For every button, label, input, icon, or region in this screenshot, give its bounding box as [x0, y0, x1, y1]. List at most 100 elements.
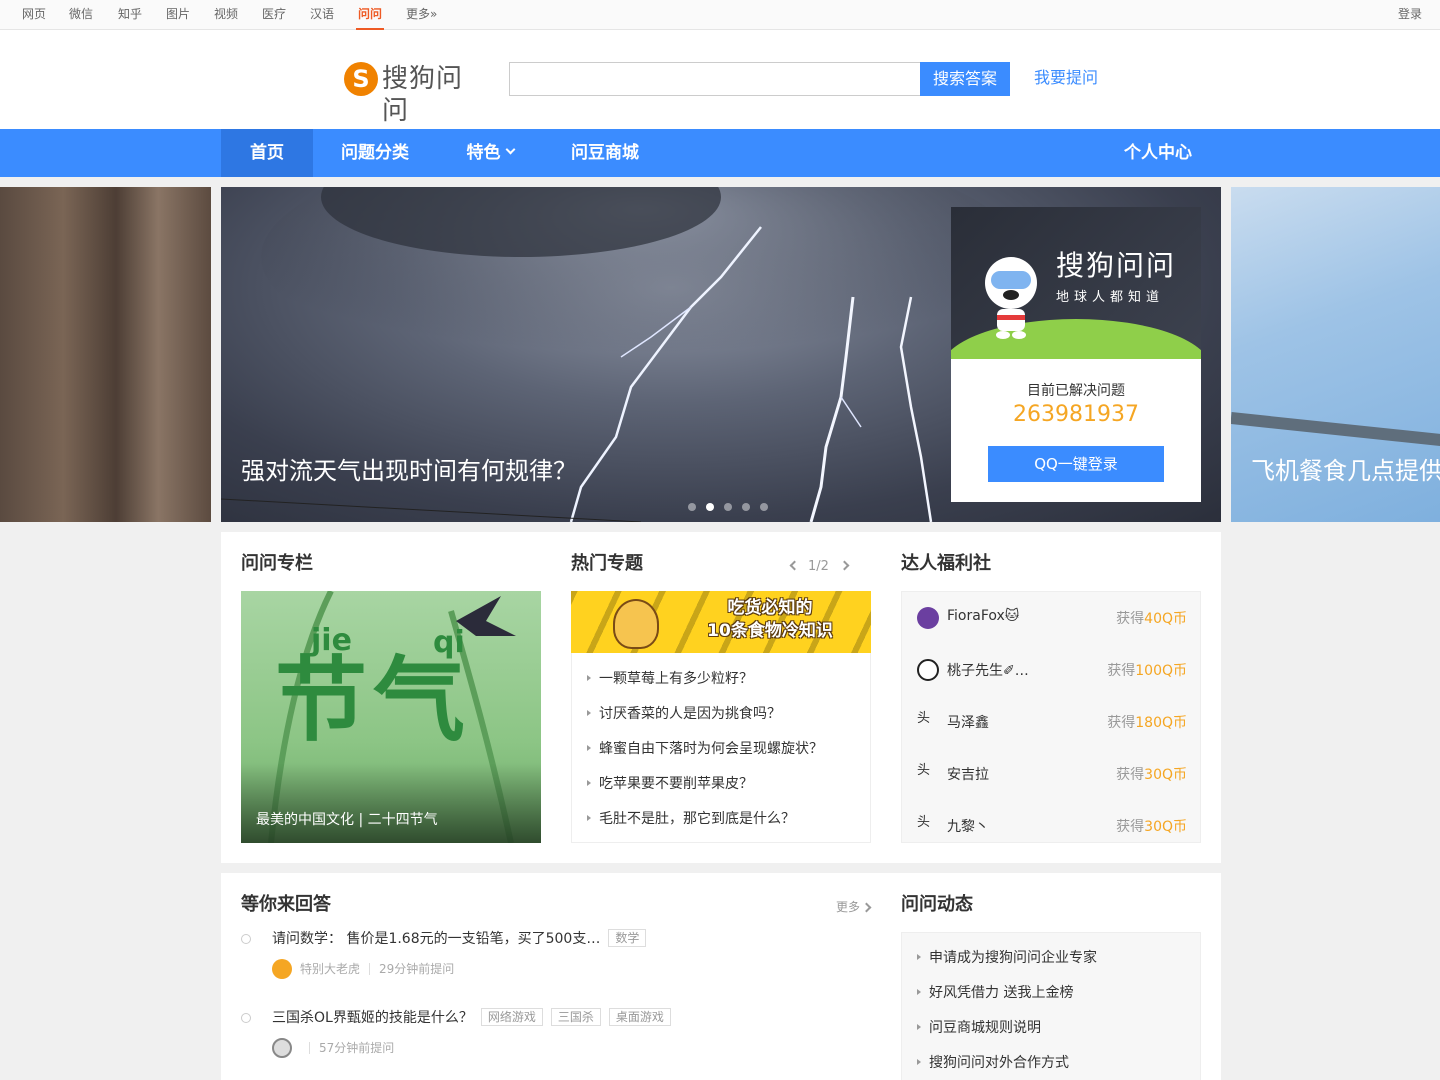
carousel-dots — [688, 499, 778, 511]
daren-row[interactable]: 头 安吉拉 获得30Q币 — [917, 759, 1187, 789]
daren-gain: 获得30Q币 — [1116, 764, 1187, 784]
solved-label: 目前已解决问题 — [1027, 383, 1125, 399]
search-input[interactable] — [509, 62, 921, 96]
more-link[interactable]: 更多 — [836, 898, 872, 915]
nav-personal-center[interactable]: 个人中心 — [1110, 129, 1206, 177]
divider — [309, 1042, 310, 1054]
list-item[interactable]: 毛肚不是肚，那它到底是什么？ — [587, 806, 823, 841]
header: S 搜狗问问 搜索答案 我要提问 — [0, 30, 1440, 129]
nav-mall[interactable]: 问豆商城 — [557, 129, 653, 177]
tab-hanyu[interactable]: 汉语 — [310, 0, 334, 30]
carousel-dot[interactable] — [688, 503, 696, 511]
question-link[interactable]: 请问数学： 售价是1.68元的一支铅笔，买了500支… — [272, 931, 600, 947]
list-item[interactable]: 好风凭借力 送我上金榜 — [917, 980, 1097, 1015]
hot-pager: 1/2 — [789, 559, 850, 575]
tab-more[interactable]: 更多» — [406, 0, 437, 30]
gain-prefix: 获得 — [1116, 767, 1145, 783]
gain-amount: 40Q币 — [1144, 611, 1187, 627]
question-tag[interactable]: 数学 — [608, 929, 647, 947]
daren-row[interactable]: 头 马泽鑫 获得180Q币 — [917, 707, 1187, 737]
list-item-label: 毛肚不是肚，那它到底是什么？ — [599, 811, 795, 827]
hot-topics-box: 吃货必知的 10条食物冷知识 一颗草莓上有多少粒籽？ 讨厌香菜的人是因为挑食吗？… — [571, 591, 871, 843]
gain-prefix: 获得 — [1116, 819, 1145, 835]
daren-title: 达人福利社 — [901, 553, 991, 574]
tab-wenwen[interactable]: 问问 — [355, 0, 385, 30]
mascot-icon — [985, 257, 1037, 339]
list-item[interactable]: 蜂蜜自由下落时为何会呈现螺旋状？ — [587, 736, 823, 771]
avatar: 头 — [917, 763, 931, 778]
list-item-label: 申请成为搜狗问问企业专家 — [929, 950, 1097, 966]
nav-home[interactable]: 首页 — [221, 129, 313, 177]
bullet-icon — [917, 954, 921, 960]
question-line: 请问数学： 售价是1.68元的一支铅笔，买了500支… 数学 — [272, 929, 647, 949]
daren-row[interactable]: 桃子先生✐… 获得100Q币 — [917, 655, 1187, 685]
carousel-dot-active[interactable] — [706, 503, 714, 511]
question-link[interactable]: 三国杀OL界甄姬的技能是什么？ — [272, 1010, 473, 1026]
tab-weixin[interactable]: 微信 — [69, 0, 93, 30]
qq-login-button[interactable]: QQ一键登录 — [988, 446, 1164, 482]
list-item[interactable]: 吃苹果要不要削苹果皮？ — [587, 771, 823, 806]
chevron-right-icon[interactable] — [839, 560, 850, 571]
tab-web[interactable]: 网页 — [22, 0, 46, 30]
content-panel-bottom: 等你来回答 更多 请问数学： 售价是1.68元的一支铅笔，买了500支… 数学 特… — [221, 873, 1221, 1080]
tab-zhihu[interactable]: 知乎 — [118, 0, 142, 30]
search-button[interactable]: 搜索答案 — [920, 62, 1010, 96]
banner-prev-slide[interactable] — [0, 187, 211, 522]
hot-banner-line-2: 10条食物冷知识 — [707, 621, 833, 641]
dynamics-list: 申请成为搜狗问问企业专家 好风凭借力 送我上金榜 问豆商城规则说明 搜狗问问对外… — [917, 945, 1097, 1080]
question-meta: 特别大老虎 29分钟前提问 — [272, 959, 454, 979]
tab-images[interactable]: 图片 — [166, 0, 190, 30]
dynamics-title: 问问动态 — [901, 894, 973, 915]
tab-video[interactable]: 视频 — [214, 0, 238, 30]
gain-amount: 180Q币 — [1135, 715, 1187, 731]
nav-categories[interactable]: 问题分类 — [327, 129, 423, 177]
daren-row[interactable]: FioraFox🐱 获得40Q币 — [917, 603, 1187, 633]
daren-gain: 获得180Q币 — [1107, 712, 1187, 732]
avatar[interactable] — [272, 1038, 292, 1058]
carousel-dot[interactable] — [742, 503, 750, 511]
avatar: 头 — [917, 711, 931, 726]
card-brand: 搜狗问问 — [1056, 249, 1177, 282]
question-time: 57分钟前提问 — [319, 1041, 395, 1055]
question-tag[interactable]: 网络游戏 — [480, 1008, 543, 1026]
column-feature-card[interactable]: jie qi 节气 最美的中国文化 | 二十四节气 — [241, 591, 541, 843]
avatar: 头 — [917, 815, 931, 830]
banner-next-slide[interactable]: 飞机餐食几点提供 — [1231, 187, 1440, 522]
gain-prefix: 获得 — [1107, 715, 1136, 731]
list-item[interactable]: 申请成为搜狗问问企业专家 — [917, 945, 1097, 980]
question-tag[interactable]: 三国杀 — [550, 1008, 601, 1026]
list-item[interactable]: 一颗草莓上有多少粒籽？ — [587, 666, 823, 701]
asker-name[interactable]: 特别大老虎 — [300, 962, 360, 976]
hot-topic-list: 一颗草莓上有多少粒籽？ 讨厌香菜的人是因为挑食吗？ 蜂蜜自由下落时为何会呈现螺旋… — [587, 666, 823, 841]
tab-medical[interactable]: 医疗 — [262, 0, 286, 30]
daren-name: 安吉拉 — [947, 767, 989, 783]
logo[interactable]: S 搜狗问问 — [344, 61, 484, 126]
solved-count: 263981937 — [1013, 402, 1139, 427]
list-item[interactable]: 搜狗问问对外合作方式 — [917, 1050, 1097, 1080]
daren-name: FioraFox🐱 — [947, 608, 1020, 624]
login-link[interactable]: 登录 — [1398, 0, 1422, 29]
list-item-label: 蜂蜜自由下落时为何会呈现螺旋状？ — [599, 741, 823, 757]
banner-caption[interactable]: 强对流天气出现时间有何规律？ — [241, 455, 577, 487]
carousel-dot[interactable] — [760, 503, 768, 511]
carousel-dot[interactable] — [724, 503, 732, 511]
list-item[interactable]: 问豆商城规则说明 — [917, 1015, 1097, 1050]
caption-shade — [241, 763, 541, 843]
dynamics-box: 申请成为搜狗问问企业专家 好风凭借力 送我上金榜 问豆商城规则说明 搜狗问问对外… — [901, 932, 1201, 1080]
sogou-logo-icon: S — [344, 62, 378, 96]
list-item-label: 一颗草莓上有多少粒籽？ — [599, 671, 753, 687]
big-title-text: 节气 — [275, 647, 472, 754]
avatar[interactable] — [272, 959, 292, 979]
question-tag[interactable]: 桌面游戏 — [608, 1008, 671, 1026]
content-panel-top: 问问专栏 jie qi 节气 最美的中国文化 | 二十四节气 热门专题 1/2 … — [221, 532, 1221, 863]
gain-amount: 100Q币 — [1135, 663, 1187, 679]
column-caption[interactable]: 最美的中国文化 | 二十四节气 — [256, 809, 438, 829]
chevron-left-icon[interactable] — [789, 560, 800, 571]
ask-question-link[interactable]: 我要提问 — [1034, 68, 1098, 88]
question-time: 29分钟前提问 — [379, 962, 455, 976]
hot-topic-banner[interactable]: 吃货必知的 10条食物冷知识 — [571, 591, 871, 653]
nav-featured[interactable]: 特色 — [452, 129, 528, 177]
daren-row[interactable]: 头 九黎丶 获得30Q币 — [917, 811, 1187, 841]
bullet-icon — [587, 675, 591, 681]
list-item[interactable]: 讨厌香菜的人是因为挑食吗？ — [587, 701, 823, 736]
